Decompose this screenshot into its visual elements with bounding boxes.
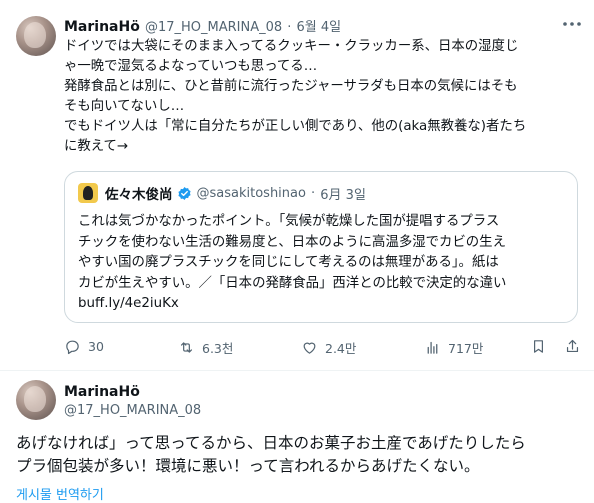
repost-icon [180,342,193,353]
tweet-text-line: そも向いてないし… [64,99,185,114]
tweet-text-line: でもドイツ人は「常に自分たちが正しい側であり、他の(aka無教養な)者たち [64,119,527,134]
more-horizontal-icon[interactable] [560,14,584,34]
tweet-date[interactable]: 6월 4일 [296,20,341,35]
views-button[interactable]: 717만 [424,338,483,357]
heart-icon [303,342,316,354]
separator: · [287,20,292,35]
like-count: 2.4만 [325,341,357,356]
repost-button[interactable]: 6.3천 [178,338,233,357]
reply-button[interactable]: 30 [64,338,104,355]
handle[interactable]: @17_HO_MARINA_08 [145,20,282,35]
tweet-text: あげなければ」って思ってるから、日本のお菓子お土産であげたりしたら プラ個包装が… [16,432,586,478]
display-name[interactable]: MarinaHö [64,384,201,400]
share-icon [566,339,579,353]
repost-count: 6.3천 [202,341,234,356]
quoted-link[interactable]: buff.ly/4e2iuKx [78,294,568,315]
share-button[interactable] [564,338,588,355]
avatar[interactable] [16,16,56,56]
quoted-tweet-header: 佐々木俊尚 @sasakitoshinao · 6月 3일 [78,183,366,203]
tweet-text-line: 発酵食品とは別に、ひと昔前に流行ったジャーサラダも日本の気候にはそも [64,79,518,94]
verified-badge-icon [177,186,191,200]
like-button[interactable]: 2.4만 [301,338,356,357]
tweet-actions: 30 6.3천 2.4만 717만 [64,338,584,360]
quoted-tweet[interactable]: 佐々木俊尚 @sasakitoshinao · 6月 3일 これは気づかなかった… [64,171,578,323]
bookmark-button[interactable] [530,338,554,355]
quoted-separator: · [311,185,316,201]
tweet-text: ドイツでは大袋にそのまま入ってるクッキー・クラッカー系、日本の湿度じ ゃ一晩で湿… [64,37,586,157]
quoted-handle: @sasakitoshinao [196,185,306,201]
tweet-text-line: ゃ一晩で湿気るよなっていつも思ってる… [64,59,318,74]
handle[interactable]: @17_HO_MARINA_08 [64,403,201,418]
quoted-text-line: チックを使わない生活の難易度と、日本のように高温多湿でカビの生え [78,234,506,250]
tweet-header: MarinaHö @17_HO_MARINA_08 [64,384,201,418]
views-count: 717만 [448,341,484,356]
quoted-text: これは気づかなかったポイント。「気候が乾燥した国が提唱するプラス チックを使わな… [78,212,568,315]
quoted-text-line: これは気づかなかったポイント。「気候が乾燥した国が提唱するプラス [78,214,500,229]
tweet-text-line: ドイツでは大袋にそのまま入ってるクッキー・クラッカー系、日本の湿度じ [64,39,519,54]
display-name[interactable]: MarinaHö [64,19,140,35]
quoted-text-line: やすい国の廃プラスチックを同じにして考えるのは無理がある」。紙は [78,255,499,270]
reply-icon [66,340,79,355]
views-icon [427,341,438,354]
quoted-date: 6月 3일 [320,187,366,203]
reply-count: 30 [88,339,104,354]
avatar[interactable] [16,380,56,420]
tweet-header: MarinaHö @17_HO_MARINA_08 · 6월 4일 [64,16,341,35]
tweet-text-line: あげなければ」って思ってるから、日本のお菓子お土産であげたりしたら [16,434,526,452]
tweet-text-line: プラ個包装が多い！環境に悪い！って言われるからあげたくない。 [16,457,480,475]
tweet-divider [0,370,594,371]
quoted-display-name: 佐々木俊尚 [105,187,173,203]
tweet-text-line: に教えて→ [64,139,129,154]
bookmark-icon [534,340,543,353]
quoted-avatar [78,183,98,203]
quoted-text-line: カビが生えやすい。／「日本の発酵食品」西洋との比較で決定的な違い [78,275,507,291]
